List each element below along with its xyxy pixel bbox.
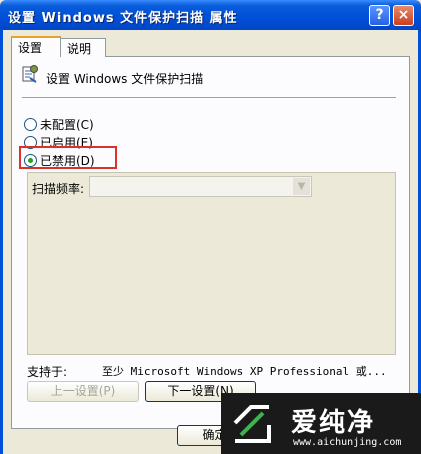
watermark: 爱纯净 www.aichunjing.com: [221, 393, 421, 454]
close-button[interactable]: ×: [393, 5, 414, 26]
watermark-name: 爱纯净: [291, 408, 376, 438]
help-button[interactable]: ?: [369, 5, 390, 26]
radio-label: 未配置(C): [40, 118, 94, 132]
options-area: [27, 172, 396, 355]
tab-explain[interactable]: 说明: [60, 38, 106, 57]
support-value: 至少 Microsoft Windows XP Professional 或..…: [102, 365, 387, 378]
highlight-box: [19, 146, 117, 169]
policy-title: 设置 Windows 文件保护扫描: [46, 72, 204, 86]
watermark-logo-icon: [229, 401, 275, 447]
title-bar[interactable]: 设置 Windows 文件保护扫描 属性 ? ×: [0, 0, 421, 30]
support-label: 支持于:: [27, 365, 68, 379]
scan-frequency-label: 扫描频率:: [32, 182, 85, 196]
prev-setting-button[interactable]: 上一设置(P): [27, 381, 139, 402]
policy-setting-icon: [22, 64, 38, 84]
radio-circle-icon[interactable]: [24, 118, 37, 131]
separator: [22, 97, 396, 98]
chevron-down-icon[interactable]: ▼: [293, 178, 310, 195]
radio-not-configured[interactable]: 未配置(C): [24, 116, 94, 133]
scan-frequency-select[interactable]: ▼: [89, 176, 312, 197]
window-title: 设置 Windows 文件保护扫描 属性: [8, 11, 238, 26]
watermark-url: www.aichunjing.com: [293, 437, 402, 448]
tab-settings[interactable]: 设置: [11, 36, 61, 57]
